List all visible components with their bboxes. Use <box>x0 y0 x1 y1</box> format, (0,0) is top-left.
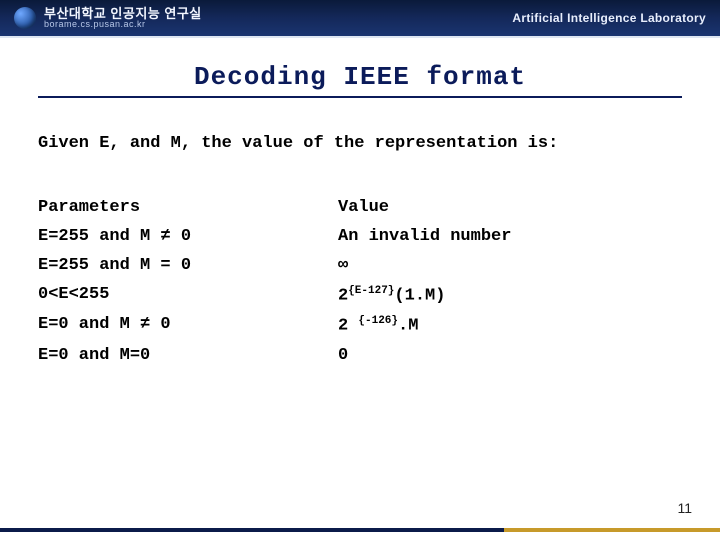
value-base: 2 <box>338 286 348 305</box>
footer-stripe <box>0 528 720 532</box>
slide-body: Decoding IEEE format Given E, and M, the… <box>0 38 720 368</box>
value-mid: (1.M) <box>394 286 445 305</box>
param-row-0: E=255 and M ≠ 0 <box>38 226 338 249</box>
param-row-4: E=0 and M=0 <box>38 345 338 368</box>
header-bar: 부산대학교 인공지능 연구실 borame.cs.pusan.ac.kr Art… <box>0 0 720 38</box>
value-exp: {-126} <box>358 315 398 327</box>
slide-title: Decoding IEEE format <box>38 62 682 92</box>
value-row-4: 0 <box>338 345 682 368</box>
globe-icon <box>14 7 36 29</box>
value-mid: .M <box>398 317 418 336</box>
lab-name-en: Artificial Intelligence Laboratory <box>512 11 706 25</box>
params-table: Parameters Value E=255 and M ≠ 0 An inva… <box>38 197 682 368</box>
param-row-1: E=255 and M = 0 <box>38 255 338 278</box>
param-row-2: 0<E<255 <box>38 284 338 309</box>
value-exp: {E-127} <box>348 285 394 297</box>
header-title-group: 부산대학교 인공지능 연구실 borame.cs.pusan.ac.kr <box>44 7 202 29</box>
page-number: 11 <box>677 500 692 516</box>
value-base: 2 <box>338 317 358 336</box>
param-row-3: E=0 and M ≠ 0 <box>38 314 338 339</box>
header-left: 부산대학교 인공지능 연구실 borame.cs.pusan.ac.kr <box>14 7 202 29</box>
value-row-2: 2{E-127}(1.M) <box>338 284 682 309</box>
col-header-value: Value <box>338 197 682 220</box>
col-header-params: Parameters <box>38 197 338 220</box>
title-underline <box>38 96 682 98</box>
value-row-0: An invalid number <box>338 226 682 249</box>
org-url: borame.cs.pusan.ac.kr <box>44 20 202 29</box>
value-row-1: ∞ <box>338 255 682 278</box>
value-row-3: 2 {-126}.M <box>338 314 682 339</box>
lead-text: Given E, and M, the value of the represe… <box>38 134 682 153</box>
